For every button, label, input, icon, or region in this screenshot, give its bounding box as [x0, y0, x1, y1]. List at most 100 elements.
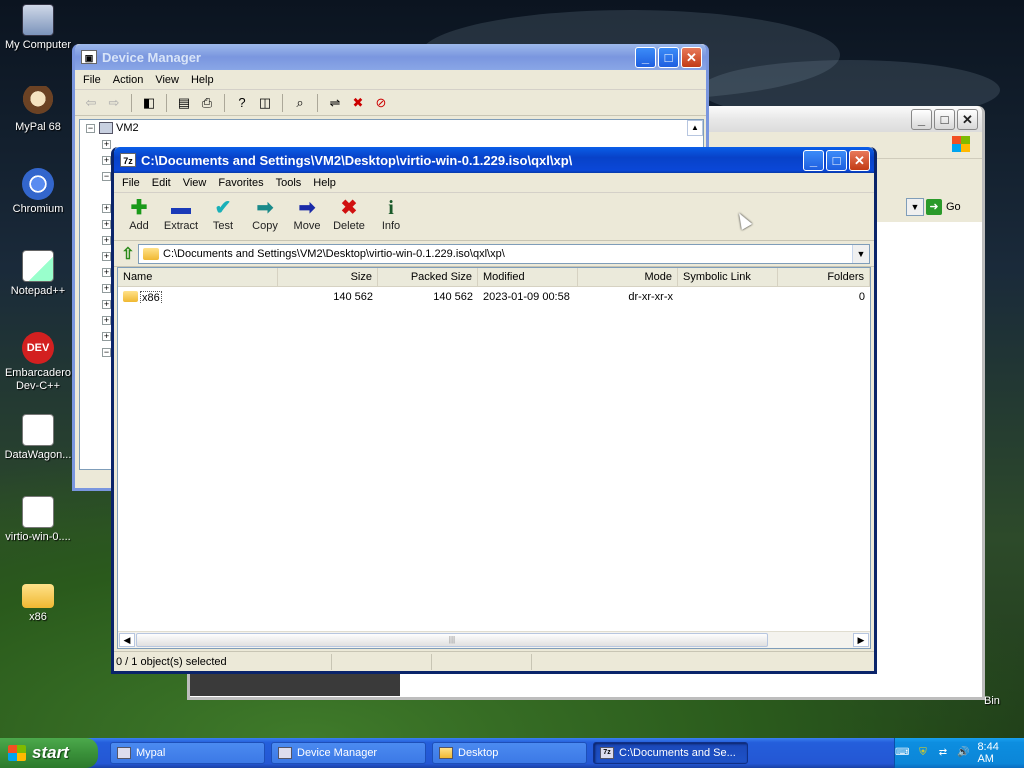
- desktop-icon-chromium[interactable]: Chromium: [0, 168, 76, 216]
- collapse-icon[interactable]: −: [86, 123, 95, 133]
- expand-icon[interactable]: +: [102, 284, 111, 293]
- network-icon[interactable]: ⇄: [937, 746, 949, 760]
- delete-button[interactable]: ✖ Delete: [328, 196, 370, 232]
- column-modified[interactable]: Modified: [478, 268, 578, 286]
- file-list[interactable]: Name Size Packed Size Modified Mode Symb…: [117, 267, 871, 649]
- sevenzip-window[interactable]: 7z C:\Documents and Settings\VM2\Desktop…: [111, 147, 877, 674]
- expand-icon[interactable]: +: [102, 332, 111, 341]
- minimize-button[interactable]: _: [803, 149, 824, 171]
- add-button[interactable]: ✚ Add: [118, 196, 160, 232]
- expand-icon[interactable]: +: [102, 252, 111, 261]
- menu-view[interactable]: View: [177, 177, 213, 189]
- table-row[interactable]: x86 140 562 140 562 2023-01-09 00:58 dr-…: [118, 287, 870, 307]
- move-button[interactable]: ➡ Move: [286, 196, 328, 232]
- device-manager-titlebar[interactable]: ▣ Device Manager _ □ ✕: [75, 44, 706, 70]
- taskbar-item-desktop[interactable]: Desktop: [432, 742, 587, 764]
- forward-icon[interactable]: ⇨: [104, 93, 124, 113]
- path-combobox[interactable]: C:\Documents and Settings\VM2\Desktop\vi…: [138, 243, 870, 264]
- tree-root[interactable]: − VM2: [86, 122, 139, 134]
- path-text[interactable]: C:\Documents and Settings\VM2\Desktop\vi…: [163, 248, 852, 260]
- menu-help[interactable]: Help: [185, 74, 220, 86]
- expand-icon[interactable]: +: [102, 220, 111, 229]
- menu-favorites[interactable]: Favorites: [212, 177, 269, 189]
- address-dropdown-icon[interactable]: ▼: [906, 198, 924, 216]
- desktop-icon-virtio-iso[interactable]: virtio-win-0....: [0, 496, 76, 544]
- file-name[interactable]: x86: [140, 290, 162, 304]
- back-icon[interactable]: ⇦: [81, 93, 101, 113]
- menu-tools[interactable]: Tools: [270, 177, 308, 189]
- minimize-button[interactable]: _: [635, 46, 656, 68]
- desktop-icon-mypal[interactable]: MyPal 68: [0, 86, 76, 134]
- scroll-right-icon[interactable]: ▶: [853, 633, 869, 647]
- expand-icon[interactable]: +: [102, 140, 111, 149]
- column-symbolic-link[interactable]: Symbolic Link: [678, 268, 778, 286]
- collapse-icon[interactable]: −: [102, 172, 111, 181]
- column-name[interactable]: Name: [118, 268, 278, 286]
- uninstall-icon[interactable]: ✖: [348, 93, 368, 113]
- chevron-down-icon[interactable]: ▼: [852, 244, 869, 263]
- start-button[interactable]: start: [0, 738, 98, 768]
- desktop-icon-x86[interactable]: x86: [0, 578, 76, 624]
- close-button[interactable]: ✕: [957, 108, 978, 130]
- menu-action[interactable]: Action: [107, 74, 150, 86]
- expand-icon[interactable]: +: [102, 316, 111, 325]
- column-size[interactable]: Size: [278, 268, 378, 286]
- menu-edit[interactable]: Edit: [146, 177, 177, 189]
- expand-icon[interactable]: +: [102, 204, 111, 213]
- desktop-icon-my-computer[interactable]: My Computer: [0, 4, 76, 52]
- keyboard-icon[interactable]: ⌨: [895, 746, 909, 760]
- scroll-up-icon[interactable]: ▲: [687, 120, 703, 136]
- volume-icon[interactable]: 🔊: [957, 746, 969, 760]
- security-shield-icon[interactable]: ⛨: [917, 746, 929, 760]
- expand-icon[interactable]: +: [102, 268, 111, 277]
- maximize-button[interactable]: □: [826, 149, 847, 171]
- close-button[interactable]: ✕: [849, 149, 870, 171]
- extract-button[interactable]: ▬ Extract: [160, 196, 202, 232]
- taskbar-item-sevenzip[interactable]: 7z C:\Documents and Se...: [593, 742, 748, 764]
- maximize-button[interactable]: □: [934, 108, 955, 130]
- column-folders[interactable]: Folders: [778, 268, 870, 286]
- properties-icon[interactable]: ▤: [174, 93, 194, 113]
- menu-help[interactable]: Help: [307, 177, 342, 189]
- up-folder-icon[interactable]: ⇧: [118, 244, 138, 264]
- menu-file[interactable]: File: [116, 177, 146, 189]
- update-driver-icon[interactable]: ⇌: [325, 93, 345, 113]
- scroll-thumb[interactable]: |||: [136, 633, 768, 647]
- disable-icon[interactable]: ⊘: [371, 93, 391, 113]
- mypal-icon: [117, 747, 131, 759]
- expand-icon[interactable]: +: [102, 236, 111, 245]
- test-button[interactable]: ✔ Test: [202, 196, 244, 232]
- sevenzip-titlebar[interactable]: 7z C:\Documents and Settings\VM2\Desktop…: [114, 147, 874, 173]
- column-mode[interactable]: Mode: [578, 268, 678, 286]
- minimize-button[interactable]: _: [911, 108, 932, 130]
- close-button[interactable]: ✕: [681, 46, 702, 68]
- desktop-icon-label: Notepad++: [10, 285, 66, 297]
- copy-button[interactable]: ➡ Copy: [244, 196, 286, 232]
- recycle-bin-label[interactable]: Bin: [984, 695, 1000, 707]
- expand-icon[interactable]: +: [102, 300, 111, 309]
- go-button[interactable]: ➜ Go: [926, 198, 976, 216]
- menu-view[interactable]: View: [149, 74, 185, 86]
- task-label: Desktop: [458, 747, 499, 759]
- toolbar: ⇦ ⇨ ◧ ▤ ⎙ ? ◫ ⌕ ⇌ ✖ ⊘: [75, 90, 706, 116]
- maximize-button[interactable]: □: [658, 46, 679, 68]
- show-hide-tree-icon[interactable]: ◧: [139, 93, 159, 113]
- clock[interactable]: 8:44 AM: [977, 741, 1012, 765]
- view-icon[interactable]: ◫: [255, 93, 275, 113]
- print-icon[interactable]: ⎙: [197, 93, 217, 113]
- menu-file[interactable]: File: [77, 74, 107, 86]
- desktop-icon-devcpp[interactable]: DEV Embarcadero Dev-C++: [0, 332, 76, 393]
- scroll-left-icon[interactable]: ◀: [119, 633, 135, 647]
- taskbar-item-device-manager[interactable]: Device Manager: [271, 742, 426, 764]
- help-icon[interactable]: ?: [232, 93, 252, 113]
- column-packed-size[interactable]: Packed Size: [378, 268, 478, 286]
- expand-icon[interactable]: +: [102, 156, 111, 165]
- taskbar-item-mypal[interactable]: Mypal: [110, 742, 265, 764]
- tool-label: Info: [381, 220, 401, 232]
- desktop-icon-notepad-plus-plus[interactable]: Notepad++: [0, 250, 76, 298]
- collapse-icon[interactable]: −: [102, 348, 111, 357]
- info-button[interactable]: i Info: [370, 196, 412, 232]
- horizontal-scrollbar[interactable]: ◀ ||| ▶: [118, 631, 870, 648]
- scan-hardware-icon[interactable]: ⌕: [290, 93, 310, 113]
- desktop-icon-datawagon[interactable]: DataWagon...: [0, 414, 76, 462]
